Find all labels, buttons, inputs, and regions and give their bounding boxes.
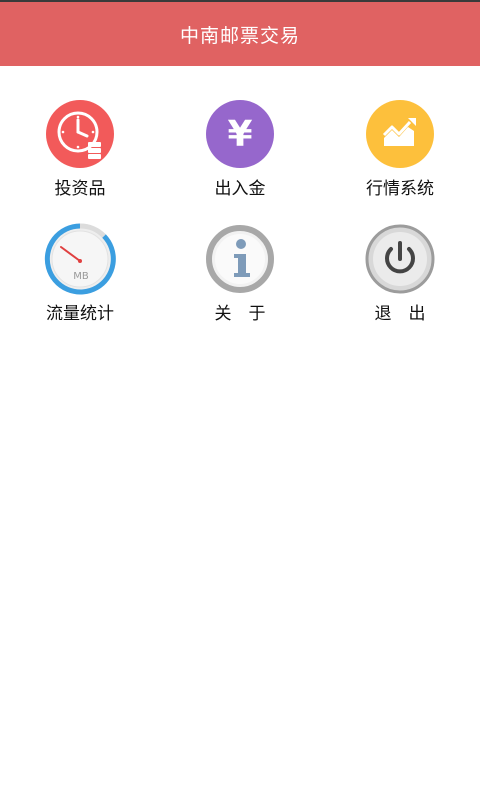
menu-item-deposit-withdraw[interactable]: ¥ 出入金 — [165, 98, 315, 208]
info-icon — [206, 225, 274, 293]
menu-label-exit: 退 出 — [374, 304, 426, 324]
svg-text:¥: ¥ — [227, 114, 252, 155]
clock-icon — [46, 100, 114, 168]
app-screen: 中南邮票交易 投资品 ¥ 出入金 行情系统 MB 流量统计 关 于 退 出 — [0, 0, 480, 800]
app-header: 中南邮票交易 — [0, 2, 480, 66]
menu-item-investment[interactable]: 投资品 — [5, 98, 155, 208]
gauge-icon: MB — [44, 223, 116, 295]
menu-label-market: 行情系统 — [366, 179, 434, 199]
menu-item-about[interactable]: 关 于 — [165, 223, 315, 333]
yen-icon: ¥ — [206, 100, 274, 168]
menu-item-exit[interactable]: 退 出 — [325, 223, 475, 333]
menu-item-traffic[interactable]: MB 流量统计 — [5, 223, 155, 333]
gauge-unit-text: MB — [73, 271, 89, 282]
menu-label-about: 关 于 — [214, 304, 266, 324]
menu-item-market[interactable]: 行情系统 — [325, 98, 475, 208]
page-title: 中南邮票交易 — [179, 24, 300, 47]
menu-label-traffic: 流量统计 — [46, 304, 114, 324]
menu-label-investment: 投资品 — [54, 179, 106, 199]
chart-trend-icon — [366, 100, 434, 168]
menu-label-deposit-withdraw: 出入金 — [214, 179, 266, 199]
power-icon — [365, 224, 435, 294]
